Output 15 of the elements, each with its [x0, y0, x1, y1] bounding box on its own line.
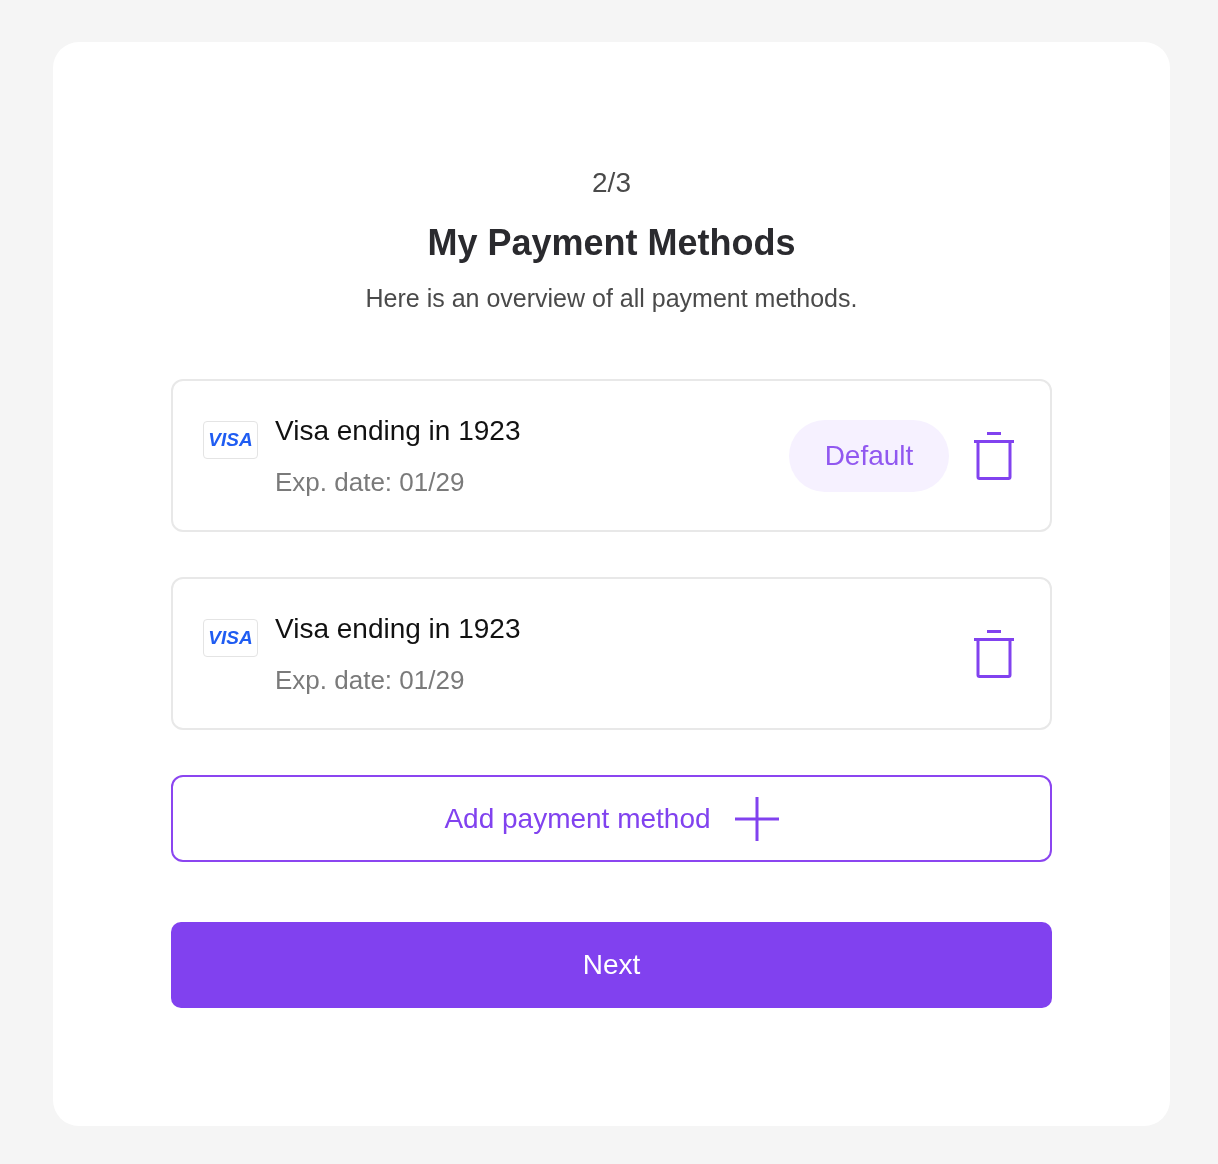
plus-icon: [734, 796, 779, 841]
page-subtitle: Here is an overview of all payment methods.: [365, 283, 858, 314]
add-payment-method-button[interactable]: Add payment method: [171, 775, 1052, 862]
default-badge: Default: [789, 419, 949, 492]
card-brand-logo: VISA: [203, 421, 258, 459]
next-button[interactable]: Next: [171, 922, 1052, 1008]
expiry-date: Exp. date: 01/29: [275, 466, 466, 499]
card-name: Visa ending in 1923: [275, 414, 521, 448]
page-title: My Payment Methods: [427, 221, 796, 265]
trash-icon[interactable]: [974, 629, 1014, 678]
trash-icon[interactable]: [974, 431, 1014, 480]
card-name: Visa ending in 1923: [275, 612, 521, 646]
card-brand-logo: VISA: [203, 619, 258, 657]
step-indicator: 2/3: [592, 166, 631, 200]
expiry-date: Exp. date: 01/29: [275, 664, 466, 697]
